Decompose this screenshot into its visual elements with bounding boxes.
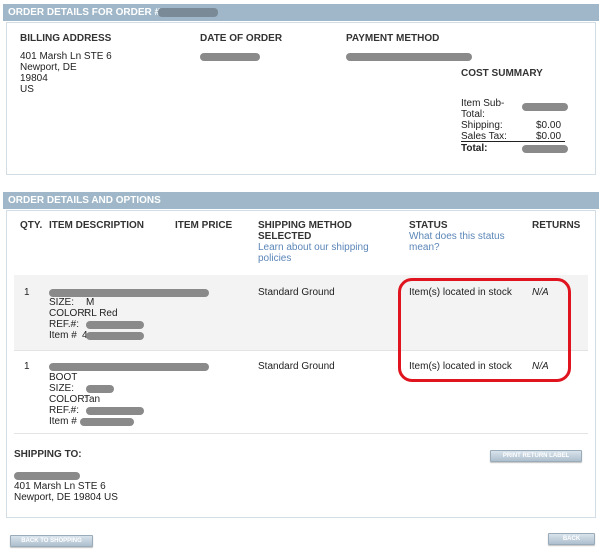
order-details-title: ORDER DETAILS FOR ORDER # (8, 7, 161, 18)
redacted-ref-number (86, 407, 144, 415)
cost-summary-title: COST SUMMARY (461, 68, 543, 79)
item-color-value: Tan (84, 394, 101, 405)
col-item-price: ITEM PRICE (175, 220, 233, 231)
col-item-description: ITEM DESCRIPTION (49, 220, 145, 231)
redacted-size (86, 385, 114, 393)
billing-line-4: US (20, 84, 34, 95)
redacted-ref-number (86, 321, 144, 329)
item-shipping-method: Standard Ground (258, 361, 335, 372)
shipping-line-1: 401 Marsh Ln STE 6 (14, 481, 106, 492)
billing-address-label: BILLING ADDRESS (20, 33, 112, 44)
item-shipping-method: Standard Ground (258, 287, 335, 298)
item-size-label: SIZE: (49, 383, 75, 394)
redacted-item-number (86, 332, 144, 340)
total-label: Total: (461, 143, 488, 154)
item-color-value: RL Red (84, 308, 118, 319)
col-status: STATUS (409, 220, 448, 231)
order-options-title: ORDER DETAILS AND OPTIONS (8, 195, 161, 206)
back-button[interactable]: BACK (548, 533, 595, 545)
payment-method-label: PAYMENT METHOD (346, 33, 440, 44)
item-qty: 1 (24, 361, 30, 372)
item-qty: 1 (24, 287, 30, 298)
item-ref-label: REF.#: (49, 405, 80, 416)
order-options-header: ORDER DETAILS AND OPTIONS (3, 192, 599, 209)
order-details-header: ORDER DETAILS FOR ORDER # (3, 4, 599, 21)
status-meaning-link[interactable]: What does this status mean? (409, 231, 524, 253)
item-size-value: M (86, 297, 95, 308)
item-number-label: Item # (49, 330, 77, 341)
item-number-label: Item # (49, 416, 77, 427)
row-divider (14, 433, 588, 434)
date-of-order-label: DATE OF ORDER (200, 33, 283, 44)
subtotal-label: Item Sub-Total: (461, 98, 505, 120)
shipping-cost-label: Shipping: (461, 120, 503, 131)
redacted-payment-method (346, 53, 472, 61)
col-shipping-method: SHIPPING METHOD SELECTED (258, 220, 352, 242)
col-qty: QTY. (20, 220, 43, 231)
billing-line-2: Newport, DE (20, 62, 77, 73)
shipping-cost-value: $0.00 (536, 120, 562, 131)
col-returns: RETURNS (532, 220, 581, 231)
redacted-item-number (80, 418, 134, 426)
item-extra-line: BOOT (49, 372, 78, 383)
shipping-to-label: SHIPPING TO: (14, 449, 82, 460)
billing-line-1: 401 Marsh Ln STE 6 (20, 51, 112, 62)
redacted-item-name (49, 363, 209, 371)
redacted-order-date (200, 53, 260, 61)
redacted-order-number (158, 8, 218, 17)
back-to-shopping-button[interactable]: BACK TO SHOPPING (10, 535, 93, 547)
redacted-subtotal (522, 103, 568, 111)
item-ref-label: REF.#: (49, 319, 80, 330)
item-color-label: COLOR: (49, 308, 88, 319)
redacted-total (522, 145, 568, 153)
print-return-label-button[interactable]: PRINT RETURN LABEL (490, 450, 582, 462)
billing-line-3: 19804 (20, 73, 48, 84)
shipping-line-2: Newport, DE 19804 US (14, 492, 118, 503)
shipping-policies-link[interactable]: Learn about our shipping policies (258, 242, 388, 264)
item-color-label: COLOR: (49, 394, 88, 405)
redacted-recipient-name (14, 472, 80, 480)
cost-divider (461, 141, 565, 142)
item-size-label: SIZE: (49, 297, 75, 308)
status-highlight-annotation (398, 278, 571, 382)
redacted-item-name (49, 289, 209, 297)
